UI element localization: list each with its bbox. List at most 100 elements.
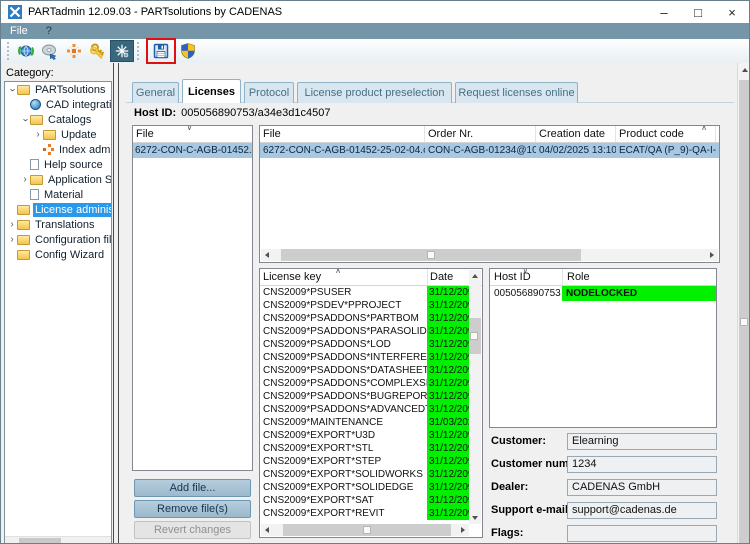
- tree-expanded-arrow-icon[interactable]: ›: [7, 85, 17, 95]
- license-keys-icon[interactable]: [86, 40, 110, 62]
- sidebar-item-cad-integration[interactable]: CAD integration: [5, 97, 111, 112]
- license-row[interactable]: CNS2009*EXPORT*SAT31/12/2099: [260, 494, 482, 507]
- sidebar-item-application-se[interactable]: ›Application Se: [5, 172, 111, 187]
- close-button[interactable]: ×: [715, 1, 749, 23]
- maximize-button[interactable]: □: [681, 1, 715, 23]
- license-table-vscroll-thumb[interactable]: [469, 318, 481, 354]
- tree-collapsed-arrow-icon[interactable]: ›: [33, 130, 43, 140]
- file-table-row[interactable]: 6272-CON-C-AGB-01452-25-02-04.cnsldbCON-…: [260, 143, 719, 158]
- sidebar-item-translations[interactable]: ›Translations: [5, 217, 111, 232]
- tree-hscrollbar-thumb[interactable]: [19, 538, 61, 544]
- customer-field[interactable]: Elearning: [567, 433, 717, 450]
- flags-field[interactable]: [567, 525, 717, 542]
- file-table-hscroll-thumb[interactable]: [281, 249, 581, 261]
- scroll-right-icon[interactable]: [457, 524, 469, 536]
- license-row[interactable]: CNS2009*EXPORT*U3D31/12/2099: [260, 429, 482, 442]
- main-vscroll-thumb[interactable]: [739, 80, 750, 543]
- scroll-up-icon[interactable]: [738, 63, 750, 77]
- license-table-hscrollbar[interactable]: [261, 524, 469, 536]
- support-e-mail-field[interactable]: support@cadenas.de: [567, 502, 717, 519]
- scroll-up-icon[interactable]: [469, 270, 481, 282]
- file-list-row[interactable]: 6272-CON-C-AGB-01452...: [133, 143, 252, 158]
- save-highlight-box: [146, 38, 176, 64]
- license-row[interactable]: CNS2009*PSUSER31/12/2099: [260, 286, 482, 299]
- column-header-date[interactable]: Date: [427, 269, 470, 285]
- panel-splitter[interactable]: [113, 63, 119, 543]
- license-row[interactable]: CNS2009*PSADDONS*LOD31/12/2099: [260, 338, 482, 351]
- tree-hscrollbar[interactable]: [5, 536, 111, 544]
- column-header-creation-date[interactable]: Creation date: [536, 126, 616, 142]
- update-icon[interactable]: [14, 40, 38, 62]
- tab-general[interactable]: General: [132, 82, 179, 103]
- file-table-hscroll-track: [273, 249, 706, 261]
- scroll-left-icon[interactable]: [261, 249, 273, 261]
- column-header-license-key[interactable]: License key∧: [260, 269, 427, 285]
- scroll-down-icon[interactable]: [469, 512, 481, 524]
- tab-licenses[interactable]: Licenses: [182, 79, 241, 103]
- tree-expanded-arrow-icon[interactable]: ›: [20, 115, 30, 125]
- license-row[interactable]: CNS2009*PSADDONS*PARTBOM31/12/2099: [260, 312, 482, 325]
- menu-help[interactable]: ?: [46, 25, 52, 37]
- remove-file-button[interactable]: Remove file(s): [134, 500, 251, 518]
- license-row[interactable]: CNS2009*PSADDONS*BUGREPORT31/12/2099: [260, 390, 482, 403]
- sidebar-item-index-admin[interactable]: Index admin: [5, 142, 111, 157]
- tree-collapsed-arrow-icon[interactable]: ›: [7, 220, 17, 230]
- column-header-file[interactable]: File ∨: [133, 126, 252, 143]
- tree-collapsed-arrow-icon[interactable]: ›: [20, 175, 30, 185]
- license-row[interactable]: CNS2009*PSADDONS*INTERFERENCE31/12/2099: [260, 351, 482, 364]
- license-row[interactable]: CNS2009*EXPORT*STL31/12/2099: [260, 442, 482, 455]
- license-table-header: License key∧ Date: [260, 269, 482, 286]
- column-header-label: Creation date: [539, 128, 605, 140]
- tab-protocol[interactable]: Protocol: [244, 82, 294, 103]
- file-table-hscrollbar[interactable]: [261, 249, 718, 261]
- sidebar-item-license-administr[interactable]: License administr: [5, 202, 111, 217]
- license-key-cell: CNS2009*PSADDONS*BUGREPORT: [260, 390, 427, 403]
- license-row[interactable]: CNS2009*PSDEV*PPROJECT31/12/2099: [260, 299, 482, 312]
- minimize-button[interactable]: –: [647, 1, 681, 23]
- column-header-order-nr[interactable]: Order Nr.: [425, 126, 536, 142]
- license-table-hscroll-thumb[interactable]: [283, 524, 451, 536]
- column-header-host-id[interactable]: Host ID∨: [490, 269, 562, 285]
- tree-collapsed-arrow-icon[interactable]: ›: [7, 235, 17, 245]
- tree-item-label: Help source: [42, 158, 105, 172]
- license-row[interactable]: CNS2009*EXPORT*SOLIDWORKS31/12/2099: [260, 468, 482, 481]
- license-date-cell: 31/12/2099: [427, 364, 470, 377]
- column-header-role[interactable]: Role: [562, 269, 716, 285]
- add-file-button[interactable]: Add file...: [134, 479, 251, 497]
- sidebar-item-update[interactable]: ›Update: [5, 127, 111, 142]
- license-row[interactable]: CNS2009*PSADDONS*COMPLEXSEARCH31/12/2099: [260, 377, 482, 390]
- sidebar-item-configuration-file[interactable]: ›Configuration file: [5, 232, 111, 247]
- admin-shield-icon[interactable]: [176, 40, 200, 62]
- export-icon[interactable]: [38, 40, 62, 62]
- license-row[interactable]: CNS2009*PSADDONS*PARASOLID31/12/2099: [260, 325, 482, 338]
- sidebar-item-material[interactable]: Material: [5, 187, 111, 202]
- index-icon[interactable]: [62, 40, 86, 62]
- sidebar-item-catalogs[interactable]: ›Catalogs: [5, 112, 111, 127]
- scroll-left-icon[interactable]: [261, 524, 273, 536]
- column-header-file[interactable]: File: [260, 126, 425, 142]
- license-row[interactable]: CNS2009*EXPORT*SOLIDEDGE31/12/2099: [260, 481, 482, 494]
- column-header-product-code[interactable]: Product code∧: [616, 126, 716, 142]
- customer-number-field[interactable]: 1234: [567, 456, 717, 473]
- app-logo-icon: [8, 5, 22, 19]
- settings-icon[interactable]: [110, 40, 134, 62]
- menu-file[interactable]: File: [10, 25, 28, 37]
- file-table-cell: 04/02/2025 13:10:33: [536, 143, 616, 158]
- license-row[interactable]: CNS2009*MAINTENANCE31/03/2026: [260, 416, 482, 429]
- main-vscrollbar[interactable]: [737, 63, 750, 543]
- tab-request-licenses-online[interactable]: Request licenses online: [455, 82, 578, 103]
- dealer-field[interactable]: CADENAS GmbH: [567, 479, 717, 496]
- sidebar-item-help-source[interactable]: Help source: [5, 157, 111, 172]
- license-table-vscrollbar[interactable]: [469, 270, 481, 524]
- license-row[interactable]: CNS2009*EXPORT*REVIT31/12/2099: [260, 507, 482, 520]
- scroll-right-icon[interactable]: [706, 249, 718, 261]
- license-row[interactable]: CNS2009*EXPORT*STEP31/12/2099: [260, 455, 482, 468]
- sidebar-item-config-wizard[interactable]: Config Wizard: [5, 247, 111, 262]
- license-row[interactable]: CNS2009*PSADDONS*DATASHEET31/12/2099: [260, 364, 482, 377]
- license-row[interactable]: CNS2009*PSADDONS*ADVANCEDTOPO31/12/2099: [260, 403, 482, 416]
- column-header-label: Product code: [619, 128, 684, 140]
- save-icon[interactable]: [149, 40, 173, 62]
- host-table-row[interactable]: 005056890753NODELOCKED: [490, 286, 716, 301]
- tab-license-product-preselection[interactable]: License product preselection: [297, 82, 452, 103]
- sidebar-item-partsolutions[interactable]: ›PARTsolutions: [5, 82, 111, 97]
